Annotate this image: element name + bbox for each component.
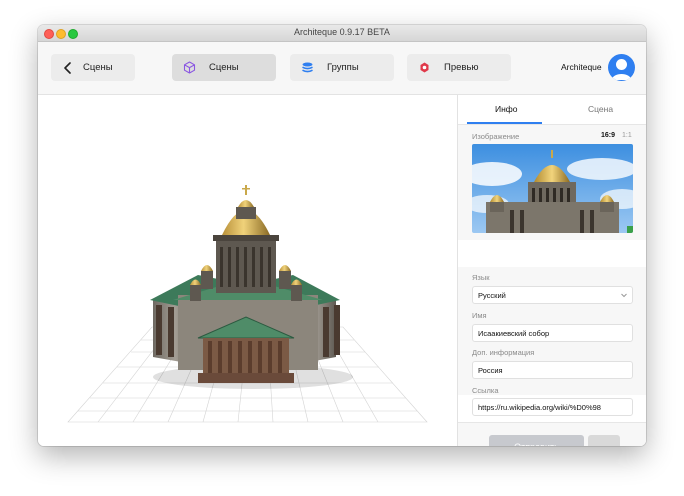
toolbar: Сцены Сцены Группы Превью Architeque: [38, 42, 646, 95]
window-title: Architeque 0.9.17 BETA: [294, 27, 390, 37]
chevron-down-icon: [620, 291, 628, 299]
scene-3d-view: [67, 185, 428, 423]
groups-nav-label: Группы: [327, 62, 359, 73]
link-input[interactable]: https://ru.wikipedia.org/wiki/%D0%98: [472, 398, 633, 416]
back-button-label: Сцены: [83, 62, 113, 73]
language-select[interactable]: Русский: [472, 286, 633, 304]
language-value: Русский: [478, 291, 506, 300]
user-icon: [611, 59, 632, 80]
submit-button[interactable]: Отправить: [489, 435, 584, 446]
more-options-button[interactable]: ···: [588, 435, 620, 446]
back-button[interactable]: Сцены: [51, 54, 135, 81]
name-input[interactable]: Исаакиевский собор: [472, 324, 633, 342]
language-label: Язык: [472, 273, 490, 282]
image-label: Изображение: [472, 132, 520, 141]
preview-icon: [417, 61, 431, 75]
tab-scene[interactable]: Сцена: [588, 104, 613, 114]
properties-panel: Инфо Сцена Изображение 16:9 1:1 Язык Рус…: [457, 95, 646, 446]
layers-icon: [300, 61, 314, 75]
scenes-nav-label: Сцены: [209, 62, 239, 73]
ratio-16-9-option[interactable]: 16:9: [601, 132, 615, 139]
chevron-left-icon: [61, 61, 75, 75]
cathedral-model: [150, 185, 340, 383]
preview-nav-button[interactable]: Превью: [407, 54, 511, 81]
cube-icon: [182, 61, 196, 75]
tab-info[interactable]: Инфо: [495, 104, 518, 114]
cathedral-photo: [472, 144, 633, 233]
extra-info-input[interactable]: Россия: [472, 361, 633, 379]
user-avatar[interactable]: [608, 54, 635, 81]
app-window: Architeque 0.9.17 BETA Сцены Сцены Групп…: [38, 25, 646, 446]
link-label: Ссылка: [472, 386, 499, 395]
scenes-nav-button[interactable]: Сцены: [172, 54, 276, 81]
title-bar: Architeque 0.9.17 BETA: [38, 25, 646, 42]
preview-nav-label: Превью: [444, 62, 479, 73]
ratio-1-1-option[interactable]: 1:1: [622, 132, 632, 139]
name-label: Имя: [472, 311, 487, 320]
preview-image[interactable]: [472, 144, 633, 233]
username: Architeque: [561, 62, 602, 72]
panel-tabs: Инфо Сцена: [458, 95, 646, 125]
scene-viewport[interactable]: [38, 95, 457, 446]
extra-info-label: Доп. информация: [472, 348, 535, 357]
groups-nav-button[interactable]: Группы: [290, 54, 394, 81]
active-tab-indicator: [467, 122, 542, 124]
